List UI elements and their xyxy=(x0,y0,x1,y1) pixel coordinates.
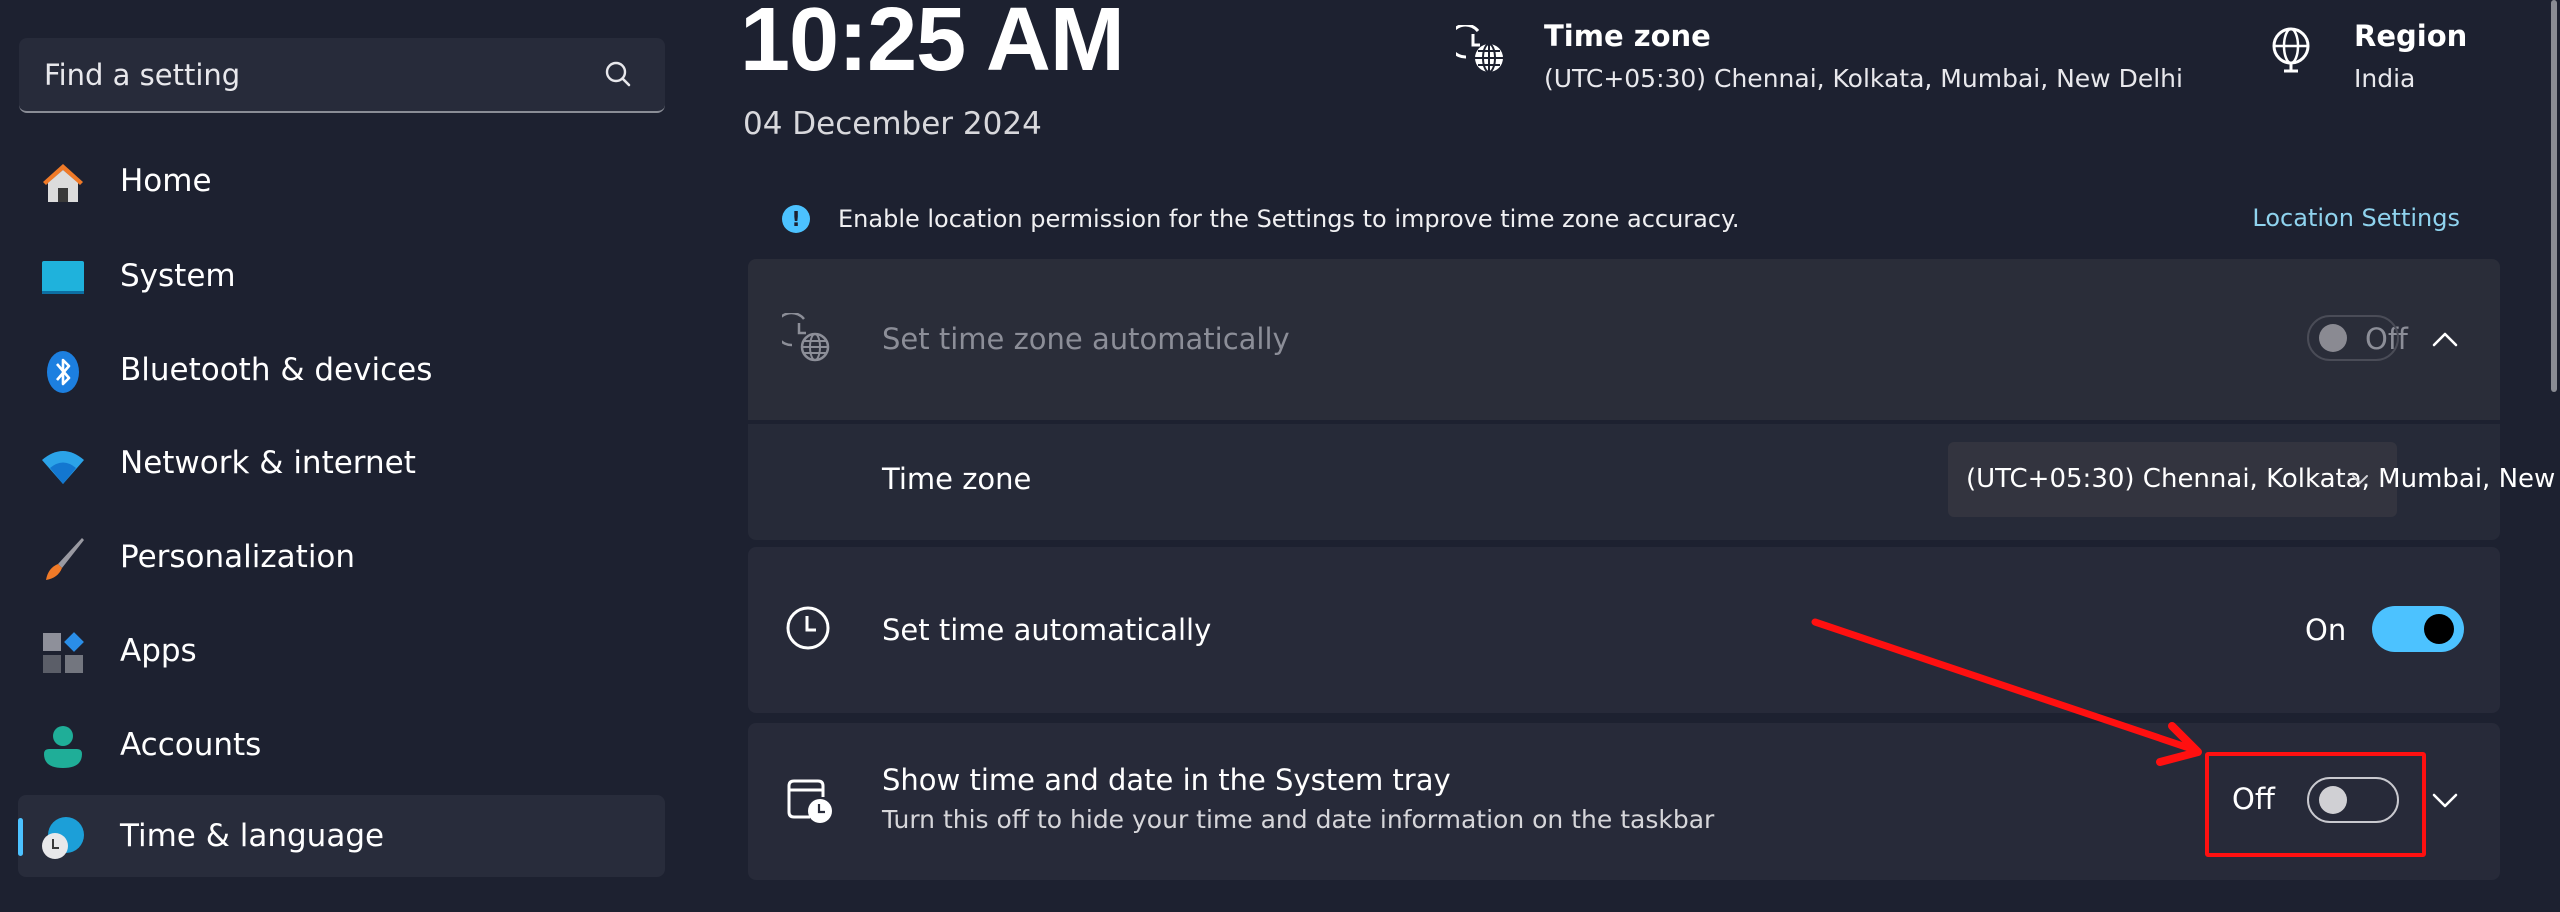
wifi-icon xyxy=(42,451,84,484)
sidebar-item-accounts[interactable]: Accounts xyxy=(18,704,665,786)
chevron-down-icon xyxy=(2352,475,2368,485)
set-time-zone-automatically-card: Set time zone automatically Off Time zon… xyxy=(748,259,2560,540)
search-input[interactable] xyxy=(19,38,665,111)
set-time-automatically-row: Set time automatically On xyxy=(748,547,2500,713)
system-icon xyxy=(42,261,84,294)
time-zone-dropdown-value: (UTC+05:30) Chennai, Kolkata, Mumbai, Ne… xyxy=(1966,464,2560,494)
setting-description: Turn this off to hide your time and date… xyxy=(882,805,1715,834)
sidebar-item-label: Bluetooth & devices xyxy=(120,352,433,388)
chevron-up-icon[interactable] xyxy=(2430,325,2460,355)
search-box[interactable] xyxy=(19,38,665,113)
sidebar-item-label: Time & language xyxy=(120,818,385,854)
annotation-highlight-box xyxy=(2205,752,2426,857)
clock-icon xyxy=(786,606,830,650)
sidebar-item-network-internet[interactable]: Network & internet xyxy=(18,422,665,504)
set-time-zone-automatically-row[interactable]: Set time zone automatically Off xyxy=(748,259,2500,420)
sidebar-item-label: System xyxy=(120,258,236,294)
current-date: 04 December 2024 xyxy=(743,106,1042,142)
globe-icon xyxy=(2272,27,2310,73)
sidebar-item-personalization[interactable]: Personalization xyxy=(18,516,665,598)
sidebar-item-time-language[interactable]: Time & language xyxy=(18,795,665,877)
apps-icon xyxy=(43,632,84,673)
region-value: India xyxy=(2354,64,2416,93)
time-zone-title: Time zone xyxy=(1544,19,1711,53)
home-icon xyxy=(43,164,83,202)
setting-title: Time zone xyxy=(882,462,1032,496)
time-zone-globe-icon xyxy=(782,313,830,362)
toggle-knob xyxy=(2424,614,2454,644)
setting-title: Set time zone automatically xyxy=(882,322,1290,356)
bluetooth-icon xyxy=(47,351,79,393)
region-title: Region xyxy=(2354,19,2468,53)
sidebar-item-label: Accounts xyxy=(120,727,262,763)
chevron-down-icon[interactable] xyxy=(2430,785,2460,815)
sidebar-item-bluetooth-devices[interactable]: Bluetooth & devices xyxy=(18,329,665,411)
calendar-clock-icon xyxy=(787,779,832,823)
info-banner-text: Enable location permission for the Setti… xyxy=(838,205,1740,233)
scrollbar[interactable] xyxy=(2551,0,2557,392)
sidebar-item-system[interactable]: System xyxy=(18,235,665,317)
sidebar-item-label: Apps xyxy=(120,633,197,669)
set-time-automatically-toggle[interactable] xyxy=(2372,606,2464,652)
sidebar-item-home[interactable]: Home xyxy=(18,140,665,222)
sidebar-item-label: Network & internet xyxy=(120,445,416,481)
time-zone-value: (UTC+05:30) Chennai, Kolkata, Mumbai, Ne… xyxy=(1544,64,2183,93)
time-zone-globe-icon xyxy=(1456,25,1503,73)
toggle-knob xyxy=(2319,324,2347,352)
sidebar: Home System Bluetooth & devices Network … xyxy=(0,0,700,912)
info-icon: ! xyxy=(782,205,810,233)
current-time: 10:25 AM xyxy=(740,0,1125,90)
setting-title: Show time and date in the System tray xyxy=(882,763,1451,797)
location-settings-link[interactable]: Location Settings xyxy=(2252,200,2460,236)
sidebar-item-label: Personalization xyxy=(120,539,356,575)
sidebar-item-label: Home xyxy=(120,163,212,199)
time-language-icon xyxy=(42,817,84,859)
set-time-zone-automatically-toggle[interactable] xyxy=(2307,315,2399,361)
toggle-state-label: On xyxy=(2305,613,2347,647)
search-icon[interactable] xyxy=(601,58,635,92)
setting-title: Set time automatically xyxy=(882,613,1212,647)
time-zone-row: Time zone (UTC+05:30) Chennai, Kolkata, … xyxy=(748,424,2560,540)
paintbrush-icon xyxy=(46,538,84,580)
sidebar-item-apps[interactable]: Apps xyxy=(18,610,665,692)
time-zone-dropdown[interactable]: (UTC+05:30) Chennai, Kolkata, Mumbai, Ne… xyxy=(1948,442,2560,517)
selected-indicator xyxy=(18,818,23,856)
account-icon xyxy=(44,726,82,768)
